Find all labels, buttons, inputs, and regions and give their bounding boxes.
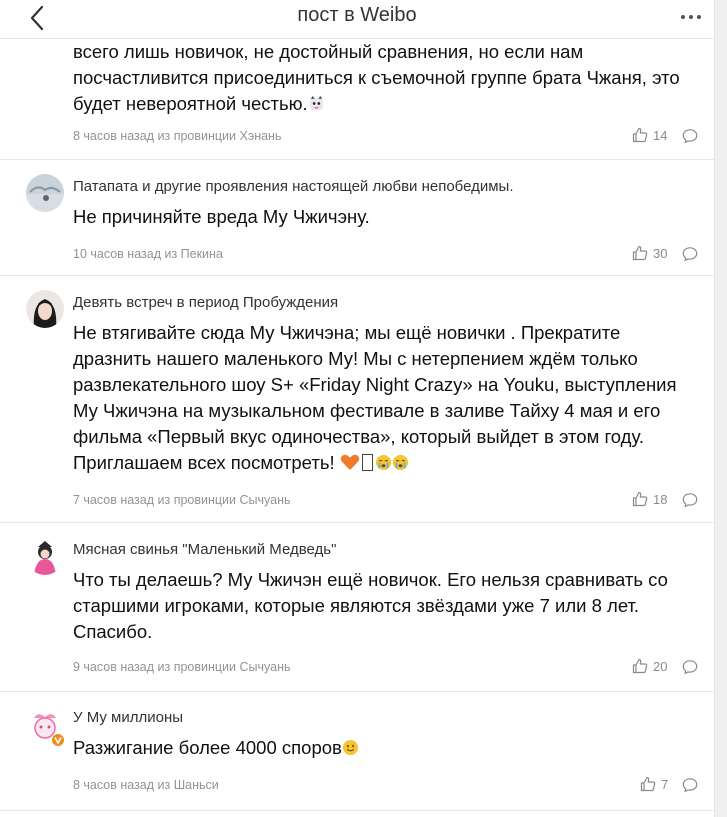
comment-author[interactable]: У Му миллионы	[73, 709, 183, 726]
missing-glyph-icon	[361, 454, 373, 471]
thumbs-up-icon	[632, 491, 648, 507]
page-title: пост в Weibo	[297, 4, 417, 26]
like-button[interactable]: 7	[640, 776, 668, 792]
top-bar: пост в Weibo	[0, 0, 714, 39]
comment-item: всего лишь новичок, не достойный сравнен…	[0, 38, 714, 160]
like-button[interactable]: 20	[632, 658, 667, 674]
comment-icon[interactable]	[682, 246, 698, 262]
comment-meta: 9 часов назад из провинции Сычуань	[73, 660, 291, 674]
like-count: 18	[653, 491, 668, 507]
comment-icon[interactable]	[682, 659, 698, 675]
comment-text: Разжигание более 4000 споров	[73, 735, 698, 761]
comment-icon[interactable]	[682, 492, 698, 508]
comment-text: Не втягивайте сюда Му Чжичэна; мы ещё но…	[73, 322, 677, 473]
comment-meta: 8 часов назад из провинции Хэнань	[73, 129, 282, 143]
more-horizontal-icon	[681, 15, 701, 19]
avatar[interactable]	[26, 537, 64, 575]
like-count: 30	[653, 245, 668, 261]
page-side-gutter	[714, 0, 727, 817]
like-count: 20	[653, 658, 668, 674]
like-count: 7	[661, 776, 669, 792]
like-button[interactable]: 30	[632, 245, 667, 261]
comment-icon[interactable]	[682, 777, 698, 793]
comment-meta: 7 часов назад из провинции Сычуань	[73, 493, 291, 507]
cat-emoji-icon	[309, 95, 323, 111]
weibo-post-page: пост в Weibo всего лишь новичок, не дост…	[0, 0, 714, 817]
heart-emoji-icon	[340, 454, 359, 470]
thumbs-up-icon	[632, 245, 648, 261]
comment-meta: 8 часов назад из Шаньси	[73, 778, 219, 792]
comment-text: Не причиняйте вреда Му Чжичэну.	[73, 206, 370, 227]
comment-author[interactable]: Патапата и другие проявления настоящей л…	[73, 178, 514, 195]
comment-item: Мясная свинья "Маленький Медведь" Что ты…	[0, 523, 714, 692]
like-count: 14	[653, 127, 668, 143]
crying-emoji-icon	[375, 454, 391, 471]
thumbs-up-icon	[632, 658, 648, 674]
thumbs-up-icon	[640, 776, 656, 792]
comment-item: Девять встреч в период Пробуждения Не вт…	[0, 276, 714, 523]
comment-meta: 10 часов назад из Пекина	[73, 247, 223, 261]
like-button[interactable]: 14	[632, 127, 667, 143]
thumbs-up-icon	[632, 127, 648, 143]
more-options-button[interactable]	[676, 4, 706, 30]
comment-text: Что ты делаешь? Му Чжичэн ещё новичок. Е…	[73, 569, 668, 642]
comment-item: У Му миллионы Разжигание более 4000 спор…	[0, 692, 714, 811]
smile-emoji-icon	[342, 739, 358, 756]
comment-list: всего лишь новичок, не достойный сравнен…	[0, 38, 714, 811]
comment-item: Патапата и другие проявления настоящей л…	[0, 160, 714, 276]
like-button[interactable]: 18	[632, 491, 667, 507]
crying-emoji-icon	[392, 454, 408, 471]
avatar[interactable]	[26, 290, 64, 328]
verified-badge-icon	[51, 733, 65, 747]
comment-icon[interactable]	[682, 128, 698, 144]
avatar[interactable]	[26, 708, 65, 747]
avatar[interactable]	[26, 174, 64, 212]
comment-author[interactable]: Девять встреч в период Пробуждения	[73, 294, 338, 311]
comment-author[interactable]: Мясная свинья "Маленький Медведь"	[73, 541, 336, 558]
comment-text: всего лишь новичок, не достойный сравнен…	[73, 41, 680, 114]
